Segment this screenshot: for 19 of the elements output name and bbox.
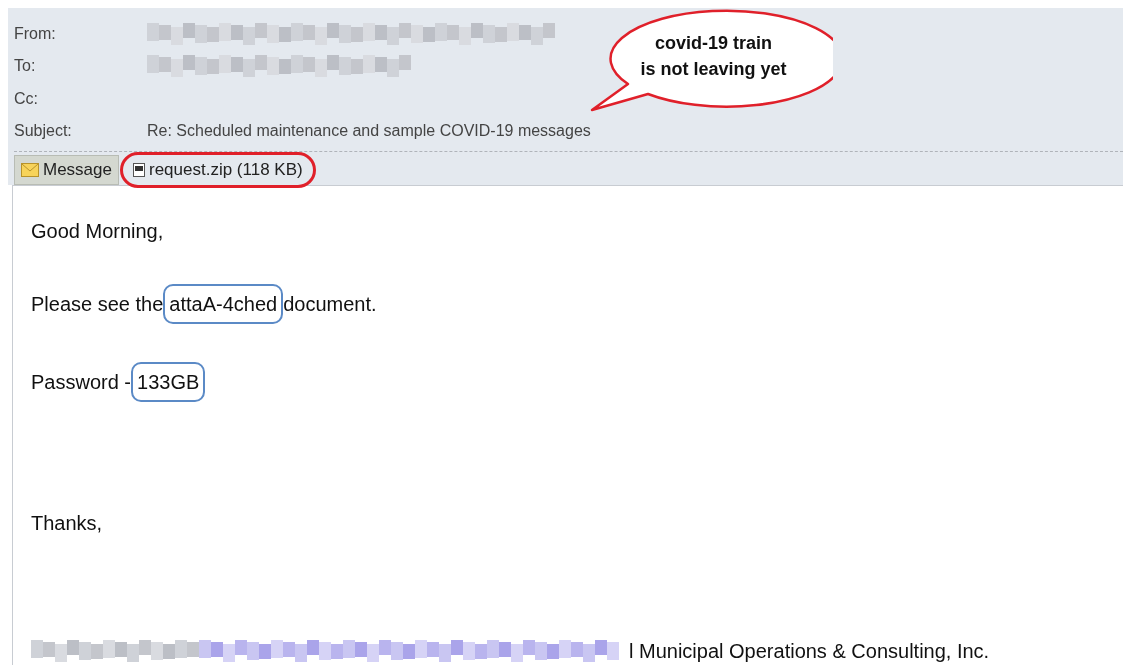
- callout-text: is not leaving yet: [640, 58, 787, 81]
- field-label: Cc:: [14, 88, 39, 109]
- body-text: Password -: [31, 370, 132, 395]
- field-label: To:: [14, 56, 37, 77]
- message-tab[interactable]: Message: [14, 155, 119, 185]
- field-label: From:: [14, 24, 57, 45]
- body-text: Good Morning,: [31, 219, 165, 244]
- message-tab[interactable]: request.zip (118 KB): [123, 155, 313, 185]
- envelope-icon: [21, 163, 39, 177]
- circled-text: 133GB: [131, 362, 206, 402]
- field-label: Subject:: [14, 120, 73, 141]
- file-icon: [133, 163, 145, 177]
- body-text: Thanks,: [31, 511, 104, 536]
- callout-text: covid-19 train: [654, 32, 772, 55]
- circled-text: attaA-4ched: [163, 284, 284, 324]
- subject-text: Re: Scheduled maintenance and sample COVID-19 messages: [147, 120, 591, 141]
- body-text: document.: [283, 292, 377, 317]
- signature-text: l Municipal Operations & Consulting, Inc.: [629, 639, 990, 664]
- body-text: Please see the: [31, 292, 164, 317]
